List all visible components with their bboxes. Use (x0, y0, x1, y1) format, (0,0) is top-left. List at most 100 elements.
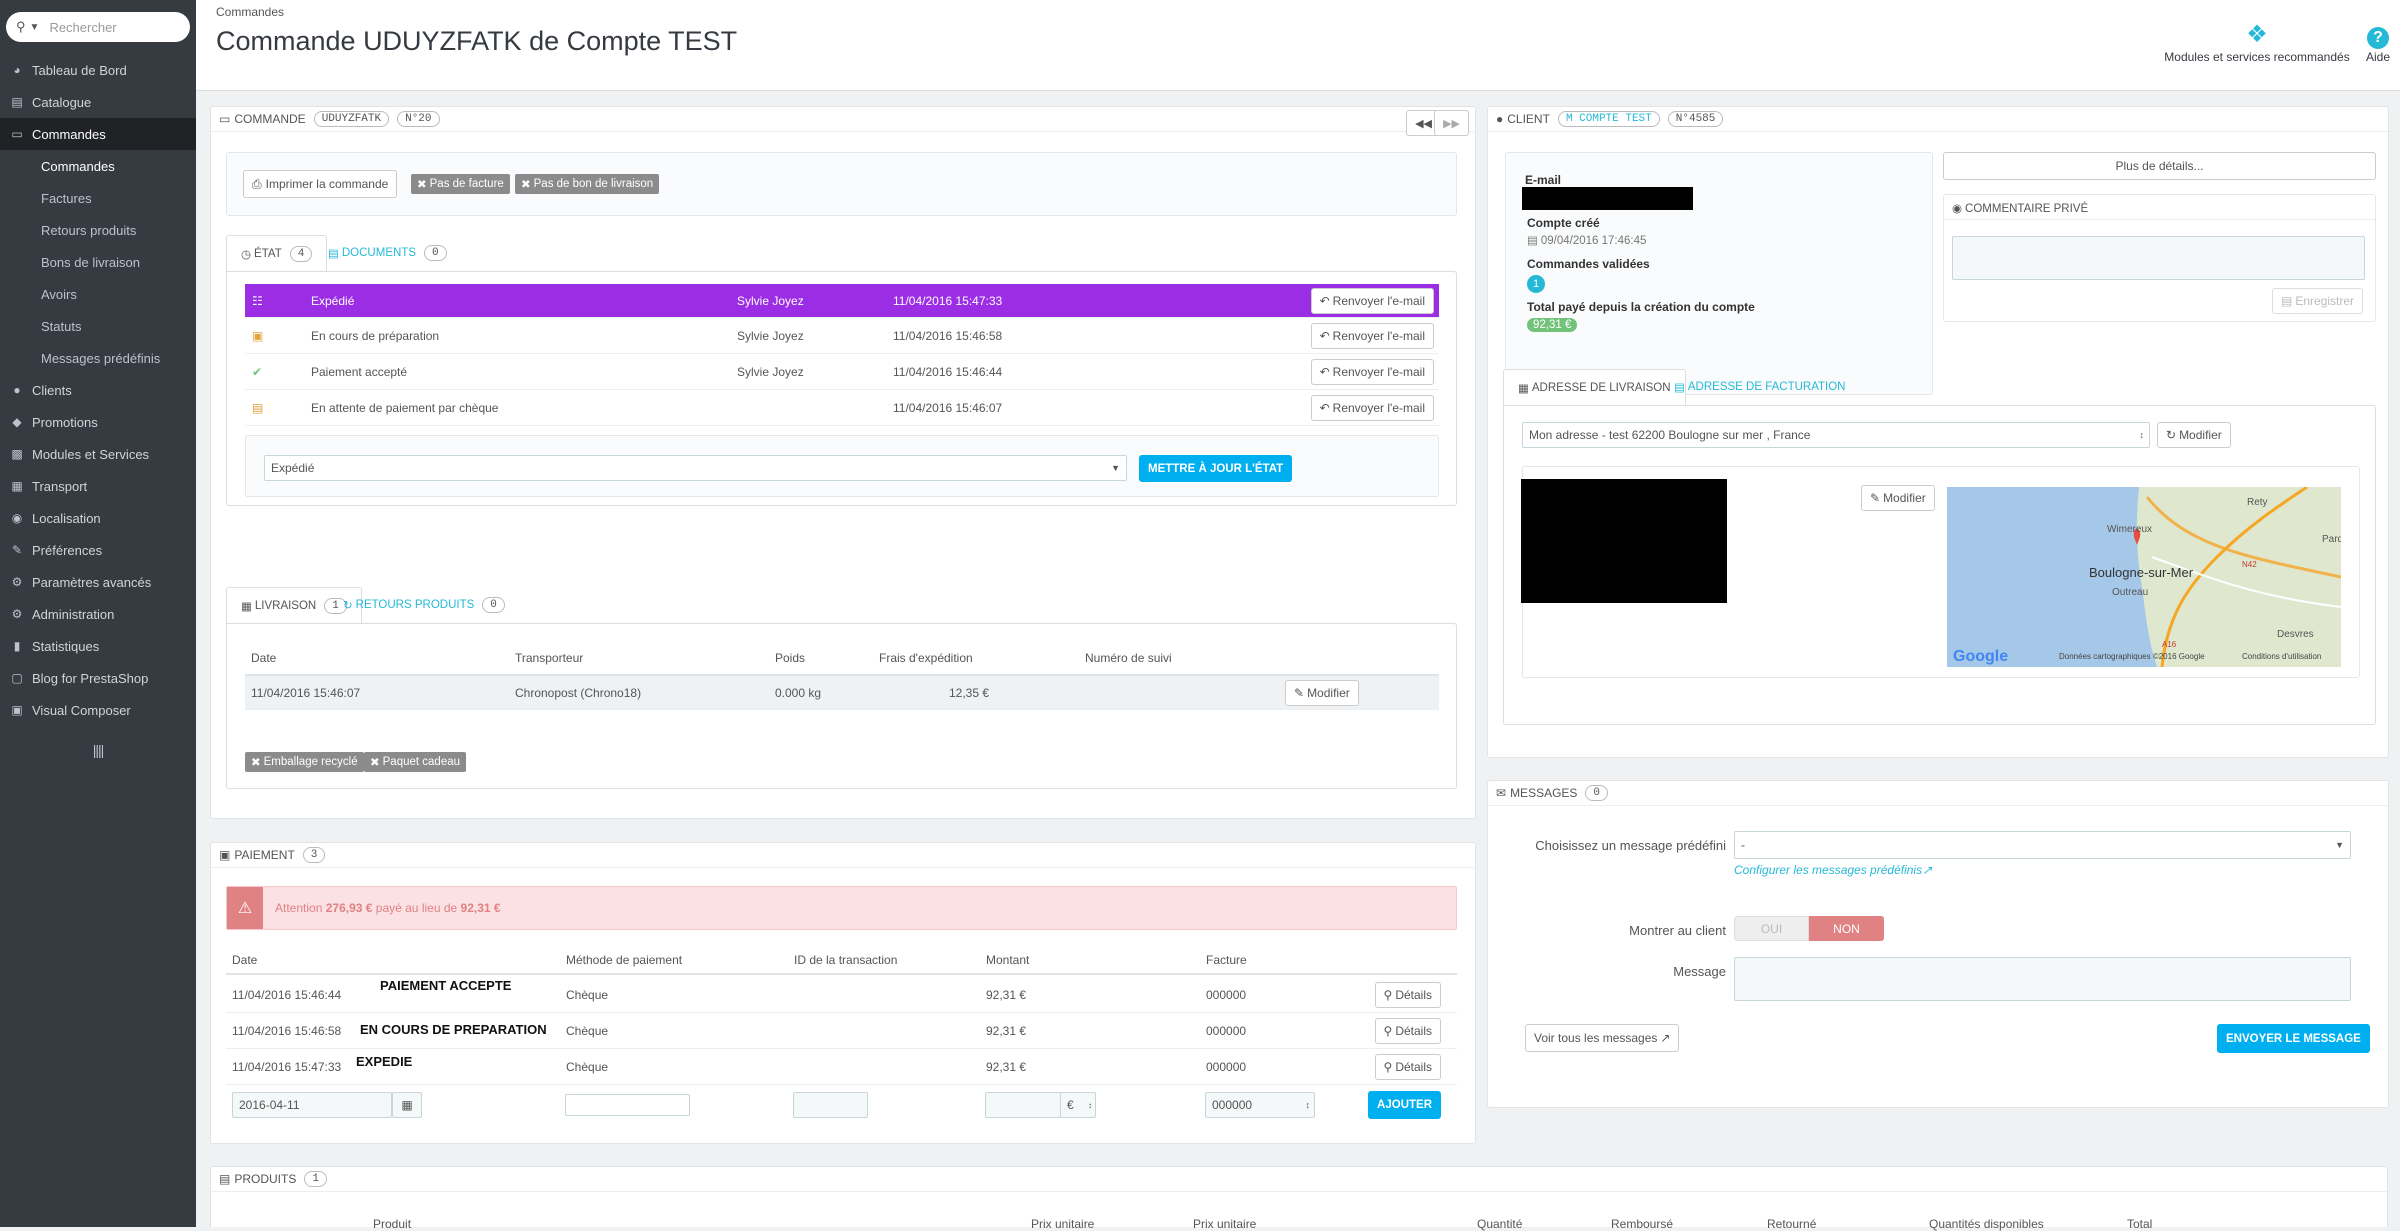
history-status: En cours de préparation (311, 328, 440, 343)
client-heading: Client (1507, 112, 1550, 126)
sidebar-item-modules[interactable]: ▩ Modules et Services (0, 438, 196, 470)
order-state-select[interactable]: Expédié ▼ (264, 455, 1127, 481)
tab-documents[interactable]: ▤ Documents 0 (314, 235, 461, 271)
change-address-button[interactable]: ↻ Modifier (2157, 422, 2231, 448)
tab-invoice-address-label: Adresse de facturation (1687, 381, 1846, 393)
map-terms-link[interactable]: Conditions d'utilisation (2242, 652, 2321, 661)
credit-card-icon: ▭ (11, 127, 23, 141)
search-box[interactable]: ⚲ ▼ Rechercher (6, 12, 190, 42)
payment-count-badge: 3 (302, 847, 326, 863)
shipping-table-header: Date Transporteur Poids Frais d'expéditi… (245, 642, 1439, 676)
payment-row: 11/04/2016 15:46:58 EN COURS DE PREPARAT… (226, 1013, 1457, 1049)
more-details-label: Plus de détails... (2115, 159, 2204, 173)
chevron-down-icon[interactable]: ▼ (30, 22, 40, 33)
payment-invoice: 000000 (1206, 1059, 1247, 1074)
sidebar-subitem-credit-slips[interactable]: Avoirs (0, 278, 196, 310)
sidebar-item-catalog[interactable]: ▤ Catalogue (0, 86, 196, 118)
sidebar-subitem-predefined-messages[interactable]: Messages prédéfinis (0, 342, 196, 374)
payment-details-button[interactable]: ⚲ Détails (1374, 1018, 1441, 1044)
products-panel: ▤ Produits 1 Produit Prix unitaire Prix … (210, 1166, 2388, 1231)
sidebar-item-shipping[interactable]: ▦ Transport (0, 470, 196, 502)
breadcrumb[interactable]: Commandes (216, 5, 284, 19)
products-heading: Produits (234, 1172, 297, 1186)
document-icon: ▤ (1674, 382, 1685, 394)
save-note-button[interactable]: ▤ Enregistrer (2271, 288, 2363, 314)
sidebar-subitem-invoices[interactable]: Factures (0, 182, 196, 214)
sidebar-item-localization[interactable]: ◉ Localisation (0, 502, 196, 534)
document-icon: ▤ (328, 248, 339, 260)
resend-email-button[interactable]: ↶ Renvoyer l'e-mail (1310, 359, 1434, 385)
configure-messages-link[interactable]: Configurer les messages prédéfinis↗ (1734, 863, 1932, 877)
resend-email-button[interactable]: ↶ Renvoyer l'e-mail (1310, 323, 1434, 349)
client-name-badge[interactable]: M COMPTE TEST (1557, 111, 1660, 127)
private-note-textarea[interactable] (1952, 236, 2365, 280)
tab-state[interactable]: ◷ État 4 (226, 235, 328, 271)
search-input[interactable]: Rechercher (49, 20, 116, 35)
sidebar-item-stats[interactable]: ▮ Statistiques (0, 630, 196, 662)
show-no-toggle[interactable]: NON (1809, 916, 1884, 941)
delivery-tab-content: Date Transporteur Poids Frais d'expéditi… (226, 623, 1457, 789)
edit-shipping-button[interactable]: ✎ Modifier (1285, 680, 1359, 706)
tab-state-count: 4 (289, 245, 313, 262)
sidebar-item-customers[interactable]: ● Clients (0, 374, 196, 406)
eye-icon: ◉ (1952, 203, 1963, 215)
sidebar-item-dashboard[interactable]: ◕ Tableau de Bord (0, 54, 196, 86)
chevron-updown-icon: ↕ (2139, 430, 2145, 440)
sidebar-item-visual-composer[interactable]: ▣ Visual Composer (0, 694, 196, 726)
resend-email-button[interactable]: ↶ Renvoyer l'e-mail (1310, 395, 1434, 421)
transaction-id-input[interactable] (793, 1092, 868, 1118)
payment-details-button[interactable]: ⚲ Détails (1374, 1054, 1441, 1080)
search-icon[interactable]: ⚲ (16, 19, 26, 35)
sidebar-item-administration[interactable]: ⚙ Administration (0, 598, 196, 630)
sidebar-subitem-statuses[interactable]: Statuts (0, 310, 196, 342)
address-select[interactable]: Mon adresse - test 62200 Boulogne sur me… (1522, 422, 2150, 448)
sidebar-item-label: Blog for PrestaShop (32, 670, 149, 686)
recommended-modules-button[interactable]: ❖ Modules et services recommandés (2162, 20, 2352, 64)
col-weight: Poids (775, 651, 806, 665)
sidebar-item-promotions[interactable]: ◆ Promotions (0, 406, 196, 438)
sidebar-subitem-delivery-slips[interactable]: Bons de livraison (0, 246, 196, 278)
invoice-select[interactable]: 000000 ↕ (1205, 1092, 1315, 1118)
edit-address-button[interactable]: ✎ Modifier (1861, 485, 1935, 511)
show-to-client-label: Montrer au client (1629, 923, 1726, 938)
gear-icon: ⚙ (11, 607, 23, 621)
sidebar-item-label: Préférences (32, 542, 103, 558)
currency-select[interactable]: € ↕ (1060, 1092, 1096, 1118)
address-map[interactable]: Boulogne-sur-Mer Rety Wimereux Outreau D… (1947, 487, 2341, 667)
sidebar-item-blog[interactable]: ▢ Blog for PrestaShop (0, 662, 196, 694)
order-panel-heading: ▭ Commande UDUYZFATK N°20 ◀◀ ▶▶ (211, 107, 1475, 136)
sidebar-subitem-returns[interactable]: Retours produits (0, 214, 196, 246)
payment-method: Chèque (566, 1023, 609, 1038)
add-payment-button[interactable]: Ajouter (1368, 1091, 1441, 1119)
payment-details-button[interactable]: ⚲ Détails (1374, 982, 1441, 1008)
sidebar-item-preferences[interactable]: ✎ Préférences (0, 534, 196, 566)
message-textarea[interactable] (1734, 957, 2351, 1001)
client-number-badge: N°4585 (1667, 111, 1724, 127)
next-order-button[interactable]: ▶▶ (1434, 110, 1469, 136)
payment-amount-input[interactable] (985, 1092, 1061, 1118)
tab-invoice-address[interactable]: ▤ Adresse de facturation (1660, 369, 1860, 405)
payment-method-input[interactable] (565, 1094, 690, 1116)
history-row-awaiting-check: ▤ En attente de paiement par chèque 11/0… (245, 390, 1439, 426)
predefined-message-select[interactable]: - ▼ (1734, 831, 2351, 859)
resend-email-label: Renvoyer l'e-mail (1332, 401, 1425, 415)
update-state-button[interactable]: Mettre à jour l'état (1139, 455, 1293, 482)
calendar-button[interactable]: ▦ (392, 1092, 422, 1118)
sidebar-item-orders[interactable]: ▭ Commandes (0, 118, 196, 150)
payment-date-input[interactable]: 2016-04-11 (232, 1092, 392, 1118)
show-yes-toggle[interactable]: OUI (1734, 916, 1809, 941)
help-button[interactable]: ? Aide (2358, 20, 2398, 64)
sidebar-collapse-toggle[interactable]: |||| (0, 742, 196, 758)
send-message-button[interactable]: Envoyer le message (2217, 1024, 2370, 1053)
sidebar-subitem-orders[interactable]: Commandes (0, 150, 196, 182)
more-details-button[interactable]: Plus de détails... (1943, 152, 2376, 180)
gift-wrapping-label: ✖ Paquet cadeau (364, 752, 467, 772)
payment-date: 11/04/2016 15:46:58 (232, 1023, 342, 1038)
tab-returns[interactable]: ↻ Retours produits 0 (329, 587, 519, 623)
resend-email-button[interactable]: ↶ Renvoyer l'e-mail (1310, 288, 1434, 314)
sidebar-item-advanced-params[interactable]: ⚙ Paramètres avancés (0, 566, 196, 598)
tab-shipping-address[interactable]: ▦ Adresse de livraison (1503, 369, 1686, 405)
print-order-button[interactable]: ⎙ Imprimer la commande (243, 170, 398, 198)
view-all-messages-button[interactable]: Voir tous les messages ↗ (1525, 1024, 1680, 1052)
envelope-icon: ✉ (1496, 786, 1507, 800)
